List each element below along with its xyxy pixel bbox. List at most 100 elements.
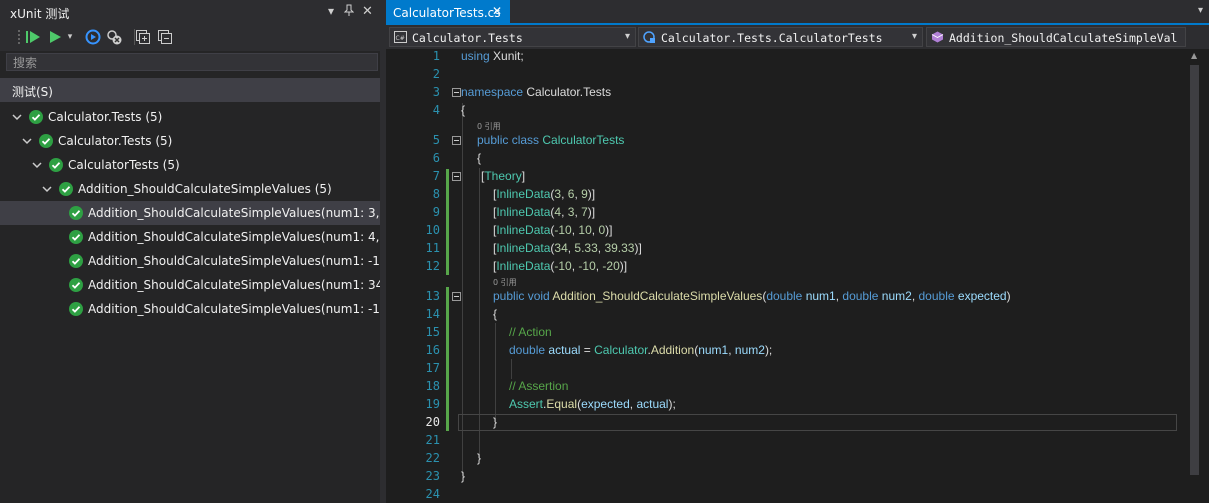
passed-icon <box>59 182 73 196</box>
run-all-icon[interactable] <box>24 28 42 46</box>
svg-text:C#: C# <box>396 35 405 42</box>
fold-class-icon[interactable] <box>452 136 461 145</box>
tree-item-label: Calculator.Tests (5) <box>58 134 173 148</box>
close-tab-icon[interactable]: ✕ <box>492 4 502 18</box>
passed-icon <box>69 278 83 292</box>
tree-item-label: Addition_ShouldCalculateSimpleValues(num… <box>88 278 380 292</box>
code-line-6: { <box>477 151 482 165</box>
scroll-up-icon[interactable]: ▲ <box>1191 51 1197 60</box>
line-number: 4 <box>432 103 440 117</box>
expand-all-icon[interactable] <box>134 28 152 46</box>
close-panel-icon[interactable]: ✕ <box>362 4 373 19</box>
code-line-8: [InlineData(3, 6, 9)] <box>493 187 596 201</box>
line-number: 22 <box>425 451 440 465</box>
tree-test-item[interactable]: Addition_ShouldCalculateSimpleValues(num… <box>0 225 380 249</box>
tab-calculator-tests[interactable]: CalculatorTests.cs ✕ <box>386 0 510 25</box>
code-line-1: using Xunit; <box>461 49 524 63</box>
tree-group-node[interactable]: Calculator.Tests (5) <box>0 129 380 153</box>
line-number: 6 <box>432 151 440 165</box>
line-number: 18 <box>425 379 440 393</box>
line-number: 7 <box>432 169 440 183</box>
search-input[interactable]: 搜索 <box>6 53 378 71</box>
method-icon <box>931 31 944 43</box>
passed-icon <box>69 230 83 244</box>
tree-test-item[interactable]: Addition_ShouldCalculateSimpleValues(num… <box>0 201 380 225</box>
tree-group-node[interactable]: CalculatorTests (5) <box>0 153 380 177</box>
expand-arrow-icon[interactable] <box>32 159 42 169</box>
expand-arrow-icon[interactable] <box>22 135 32 145</box>
code-line-15: // Action <box>509 325 552 339</box>
tab-overflow-icon[interactable]: ▾ <box>1198 5 1203 16</box>
project-dropdown[interactable]: C# Calculator.Tests ▾ <box>389 27 636 47</box>
panel-title: xUnit 测试 <box>10 7 70 21</box>
fold-method-icon[interactable] <box>452 292 461 301</box>
passed-icon <box>69 206 83 220</box>
vertical-scrollbar[interactable]: ▲ <box>1187 49 1209 503</box>
tests-header: 测试(S) <box>0 78 380 102</box>
code-lens-references[interactable]: 0 引用 <box>493 277 517 288</box>
code-line-13: public void Addition_ShouldCalculateSimp… <box>493 289 1011 303</box>
code-line-9: [InlineData(4, 3, 7)] <box>493 205 596 219</box>
run-icon[interactable] <box>46 28 64 46</box>
cancel-run-icon[interactable] <box>105 28 123 46</box>
project-dropdown-value: Calculator.Tests <box>412 31 523 45</box>
line-number: 21 <box>425 433 440 447</box>
code-lens-references[interactable]: 0 引用 <box>477 121 501 132</box>
line-number: 8 <box>432 187 440 201</box>
line-number: 19 <box>425 397 440 411</box>
tree-test-item[interactable]: Addition_ShouldCalculateSimpleValues(num… <box>0 297 380 321</box>
code-line-4: { <box>461 103 466 117</box>
passed-icon <box>69 302 83 316</box>
fold-namespace-icon[interactable] <box>452 88 461 97</box>
test-toolbar: ▾ <box>0 25 380 51</box>
fold-attribute-icon[interactable] <box>452 172 461 181</box>
expand-arrow-icon[interactable] <box>12 111 22 121</box>
code-line-10: [InlineData(-10, 10, 0)] <box>493 223 613 237</box>
code-line-19: Assert.Equal(expected, actual); <box>509 397 676 411</box>
line-number: 24 <box>425 487 440 501</box>
tab-label: CalculatorTests.cs <box>393 6 501 20</box>
tree-test-item[interactable]: Addition_ShouldCalculateSimpleValues(num… <box>0 273 380 297</box>
pin-icon[interactable] <box>343 4 355 19</box>
tree-test-item[interactable]: Addition_ShouldCalculateSimpleValues(num… <box>0 249 380 273</box>
line-number: 12 <box>425 259 440 273</box>
collapse-all-icon[interactable] <box>156 28 174 46</box>
code-line-14: { <box>493 307 498 321</box>
line-number: 15 <box>425 325 440 339</box>
line-number: 5 <box>432 133 440 147</box>
line-number: 23 <box>425 469 440 483</box>
tests-header-label: 测试(S) <box>12 85 53 99</box>
line-number: 20 <box>425 415 440 429</box>
code-line-5: public class CalculatorTests <box>477 133 625 147</box>
line-number: 17 <box>425 361 440 375</box>
chevron-down-icon: ▾ <box>624 31 630 42</box>
member-dropdown[interactable]: Addition_ShouldCalculateSimpleVal <box>926 27 1186 47</box>
tree-group-node[interactable]: Addition_ShouldCalculateSimpleValues (5) <box>0 177 380 201</box>
code-line-7: [Theory] <box>481 169 526 183</box>
passed-icon <box>39 134 53 148</box>
tree-group-node[interactable]: Calculator.Tests (5) <box>0 105 380 129</box>
passed-icon <box>29 110 43 124</box>
member-dropdown-value: Addition_ShouldCalculateSimpleVal <box>949 31 1178 45</box>
class-dropdown[interactable]: Calculator.Tests.CalculatorTests ▾ <box>638 27 923 47</box>
debug-icon[interactable] <box>84 28 102 46</box>
line-number: 1 <box>432 49 440 63</box>
run-dropdown-icon[interactable]: ▾ <box>64 28 76 46</box>
passed-icon <box>49 158 63 172</box>
panel-dropdown-icon[interactable]: ▾ <box>328 4 334 18</box>
code-line-22: } <box>477 451 482 465</box>
code-line-20: } <box>493 415 498 429</box>
line-number: 3 <box>432 85 440 99</box>
line-number: 9 <box>432 205 440 219</box>
expand-arrow-icon[interactable] <box>42 183 52 193</box>
code-line-11: [InlineData(34, 5.33, 39.33)] <box>493 241 642 255</box>
tree-item-label: Calculator.Tests (5) <box>48 110 163 124</box>
scrollbar-thumb[interactable] <box>1190 65 1199 475</box>
csharp-file-icon: C# <box>394 31 407 43</box>
line-number: 14 <box>425 307 440 321</box>
passed-icon <box>69 254 83 268</box>
tree-item-label: Addition_ShouldCalculateSimpleValues(num… <box>88 254 380 268</box>
line-number: 10 <box>425 223 440 237</box>
line-number: 11 <box>425 241 440 255</box>
panel-title-bar: xUnit 测试 ▾ ✕ <box>0 0 380 25</box>
